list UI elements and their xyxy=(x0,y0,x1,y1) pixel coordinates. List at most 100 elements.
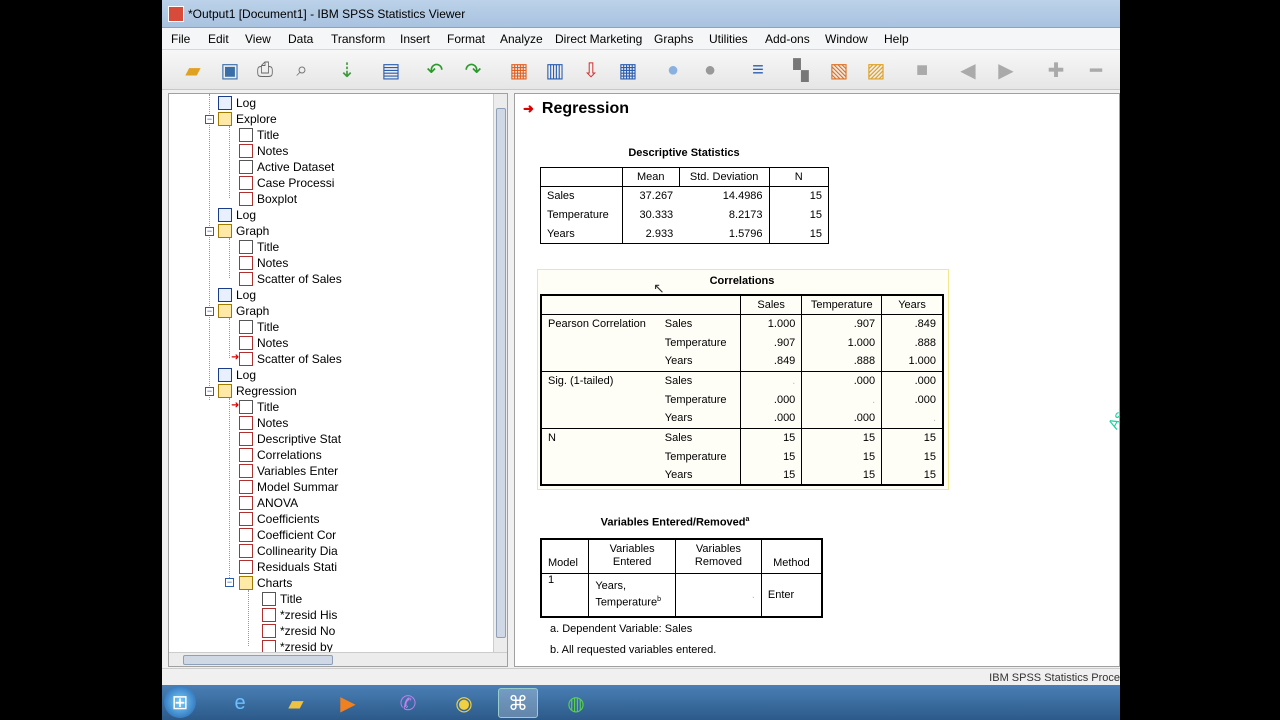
hide-icon[interactable]: ● xyxy=(696,56,724,84)
outline-item[interactable]: ANOVA xyxy=(239,495,298,511)
outline-item[interactable]: Log xyxy=(218,367,256,383)
table-header: Temperature xyxy=(801,294,883,315)
outline-pane[interactable]: − − − − − ➜ ➜ Log Explore Title Notes Ac… xyxy=(168,93,508,667)
menu-graphs[interactable]: Graphs xyxy=(654,32,693,46)
menu-window[interactable]: Window xyxy=(825,32,868,46)
menu-utilities[interactable]: Utilities xyxy=(709,32,748,46)
collapse-graph-2[interactable]: − xyxy=(205,307,214,316)
save-icon[interactable]: ▣ xyxy=(216,56,244,84)
outline-item[interactable]: *zresid by xyxy=(262,639,333,652)
collapse-explore[interactable]: − xyxy=(205,115,214,124)
outline-item[interactable]: Case Processi xyxy=(239,175,334,191)
open-icon[interactable]: ▰ xyxy=(179,56,207,84)
output-heading[interactable]: ➜ Regression xyxy=(523,100,629,118)
outline-item[interactable]: Descriptive Stat xyxy=(239,431,341,447)
expand-icon[interactable]: ✚ xyxy=(1042,56,1070,84)
spss-icon[interactable]: ⌘ xyxy=(498,688,538,718)
outline-item[interactable]: Boxplot xyxy=(239,191,297,207)
goto-data-icon[interactable]: ▦ xyxy=(505,56,533,84)
print-icon[interactable]: ⎙ xyxy=(251,56,279,84)
back-icon[interactable]: ◀ xyxy=(954,56,982,84)
title-bar: *Output1 [Document1] - IBM SPSS Statisti… xyxy=(162,0,1120,28)
undo-icon[interactable]: ↶ xyxy=(421,56,449,84)
chrome-icon[interactable]: ◉ xyxy=(444,688,484,718)
export-icon[interactable]: ⇣ xyxy=(333,56,361,84)
menu-edit[interactable]: Edit xyxy=(208,32,229,46)
watermark: Assisstant Lecture Gafel Kareem Aswed / … xyxy=(1105,148,1120,432)
menu-insert[interactable]: Insert xyxy=(400,32,430,46)
redo-icon[interactable]: ↷ xyxy=(459,56,487,84)
outline-item[interactable]: Notes xyxy=(239,335,288,351)
insert-heading-icon[interactable]: ▚ xyxy=(787,56,815,84)
correlations-table[interactable]: Sales Temperature Years Pearson Correlat… xyxy=(540,294,944,486)
show-all-icon[interactable]: ● xyxy=(659,56,687,84)
outline-item[interactable]: Model Summar xyxy=(239,479,338,495)
outline-item[interactable]: Notes xyxy=(239,255,288,271)
print-preview-icon[interactable]: ⌕ xyxy=(288,56,316,84)
collapse-graph-1[interactable]: − xyxy=(205,227,214,236)
scroll-thumb[interactable] xyxy=(496,108,506,638)
outline-vertical-scrollbar[interactable] xyxy=(493,94,507,652)
designate-window-icon[interactable]: ≡ xyxy=(744,56,772,84)
descriptives-table[interactable]: Mean Std. Deviation N Sales 37.267 14.49… xyxy=(540,167,830,244)
menu-data[interactable]: Data xyxy=(288,32,313,46)
insert-title-icon[interactable]: ▧ xyxy=(825,56,853,84)
collapse-icon[interactable]: ━ xyxy=(1082,56,1110,84)
outline-item[interactable]: Regression xyxy=(218,383,297,399)
collapse-regression[interactable]: − xyxy=(205,387,214,396)
outline-item[interactable]: Charts xyxy=(239,575,292,591)
collapse-charts[interactable]: − xyxy=(225,578,234,587)
explorer-icon[interactable]: ▰ xyxy=(276,688,316,718)
outline-item[interactable]: Graph xyxy=(218,223,269,239)
outline-item[interactable]: Title xyxy=(239,127,279,143)
menu-direct-marketing[interactable]: Direct Marketing xyxy=(555,32,642,46)
outline-item[interactable]: Log xyxy=(218,287,256,303)
outline-item[interactable]: *zresid His xyxy=(262,607,337,623)
outline-item[interactable]: Title xyxy=(239,239,279,255)
menu-add-ons[interactable]: Add-ons xyxy=(765,32,810,46)
title-icon xyxy=(239,400,253,414)
insert-text-icon[interactable]: ▨ xyxy=(862,56,890,84)
outline-item[interactable]: Residuals Stati xyxy=(239,559,337,575)
outline-item[interactable]: Coefficients xyxy=(239,511,319,527)
menu-view[interactable]: View xyxy=(245,32,271,46)
outline-item[interactable]: Correlations xyxy=(239,447,322,463)
title-icon xyxy=(262,592,276,606)
outline-item[interactable]: Title xyxy=(239,399,279,415)
recall-dialog-icon[interactable]: ▤ xyxy=(377,56,405,84)
outline-item[interactable]: Title xyxy=(239,319,279,335)
outline-item[interactable]: Log xyxy=(218,95,256,111)
outline-item[interactable]: Active Dataset xyxy=(239,159,334,175)
outline-item[interactable]: Coefficient Cor xyxy=(239,527,336,543)
outline-item[interactable]: Scatter of Sales xyxy=(239,351,342,367)
scroll-thumb[interactable] xyxy=(183,655,333,665)
menu-help[interactable]: Help xyxy=(884,32,909,46)
menu-format[interactable]: Format xyxy=(447,32,485,46)
outline-item[interactable]: Graph xyxy=(218,303,269,319)
goto-case-icon[interactable]: ▥ xyxy=(541,56,569,84)
start-icon[interactable]: ⊞ xyxy=(164,686,196,718)
viber-icon[interactable]: ✆ xyxy=(388,688,428,718)
outline-item[interactable]: Variables Enter xyxy=(239,463,338,479)
goto-variable-icon[interactable]: ⇩ xyxy=(577,56,605,84)
outline-item[interactable]: *zresid No xyxy=(262,623,335,639)
outline-item[interactable]: Title xyxy=(262,591,302,607)
variables-entered-table[interactable]: Model Variables Entered Variables Remove… xyxy=(540,538,823,618)
forward-icon[interactable]: ▶ xyxy=(992,56,1020,84)
outline-item[interactable]: Scatter of Sales xyxy=(239,271,342,287)
menu-file[interactable]: File xyxy=(171,32,190,46)
outline-item[interactable]: Notes xyxy=(239,415,288,431)
outline-item[interactable]: Collinearity Dia xyxy=(239,543,338,559)
outline-item[interactable]: Explore xyxy=(218,111,277,127)
variables-icon[interactable]: ▦ xyxy=(614,56,642,84)
outline-item[interactable]: Log xyxy=(218,207,256,223)
app-icon[interactable]: ◍ xyxy=(556,688,596,718)
output-content-pane[interactable]: ➜ Regression Descriptive Statistics Mean … xyxy=(514,93,1120,667)
table-row: Years .000 .000 . xyxy=(541,409,943,428)
ie-icon[interactable]: e xyxy=(220,688,260,718)
media-icon[interactable]: ▶ xyxy=(328,688,368,718)
outline-horizontal-scrollbar[interactable] xyxy=(169,652,507,666)
outline-item[interactable]: Notes xyxy=(239,143,288,159)
menu-transform[interactable]: Transform xyxy=(331,32,385,46)
menu-analyze[interactable]: Analyze xyxy=(500,32,543,46)
